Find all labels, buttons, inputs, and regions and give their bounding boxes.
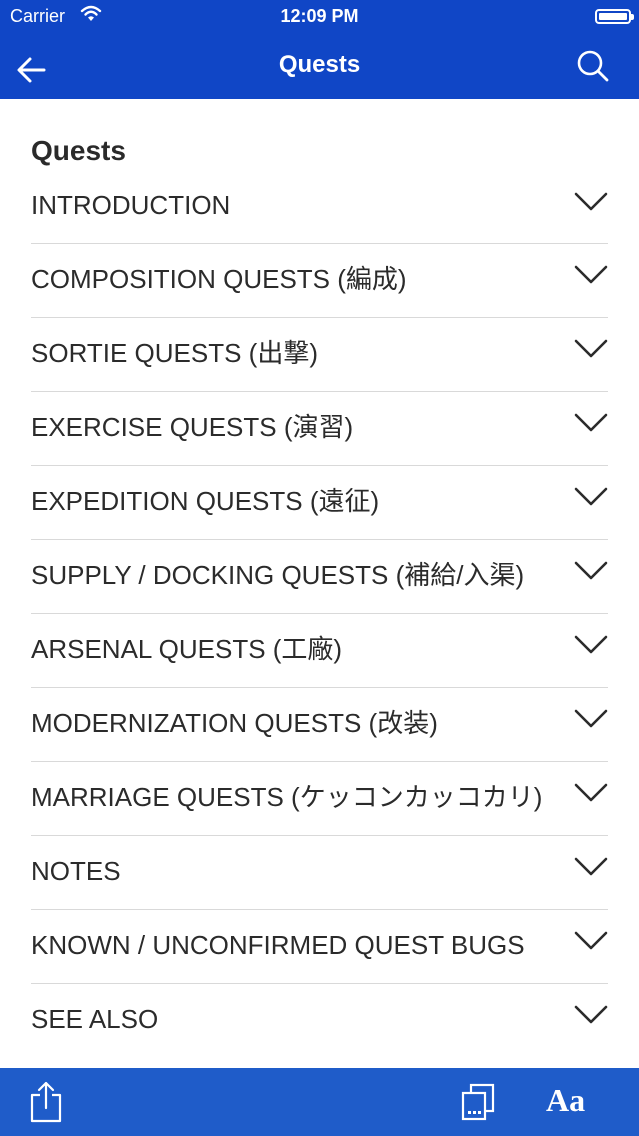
search-icon <box>577 50 609 82</box>
chevron-down-icon <box>574 1005 608 1024</box>
section-label: MODERNIZATION QUESTS (改装) <box>31 708 438 738</box>
chevron-down-icon <box>574 635 608 654</box>
section-item-expedition-quests[interactable]: EXPEDITION QUESTS (遠征) <box>31 466 608 540</box>
page-title: Quests <box>31 135 126 166</box>
share-button[interactable] <box>28 1080 64 1124</box>
section-item-see-also[interactable]: SEE ALSO <box>31 984 608 1057</box>
nav-title: Quests <box>278 51 361 78</box>
chevron-down-icon <box>574 709 608 728</box>
section-item-sortie-quests[interactable]: SORTIE QUESTS (出撃) <box>31 318 608 392</box>
section-label: EXPEDITION QUESTS (遠征) <box>31 486 380 516</box>
section-label: EXERCISE QUESTS (演習) <box>31 412 354 442</box>
top-bar: Carrier 12:09 PM Quests <box>0 0 639 99</box>
section-item-known-quest-bugs[interactable]: KNOWN / UNCONFIRMED QUEST BUGS <box>31 910 608 984</box>
section-label: INTRODUCTION <box>31 190 231 220</box>
article-content[interactable]: Quests INTRODUCTION COMPOSITION QUESTS (… <box>0 99 639 1068</box>
nav-bar: Quests <box>0 36 639 99</box>
battery-icon <box>595 9 634 24</box>
section-label: COMPOSITION QUESTS (編成) <box>31 264 407 294</box>
section-item-notes[interactable]: NOTES <box>31 836 608 910</box>
section-item-exercise-quests[interactable]: EXERCISE QUESTS (演習) <box>31 392 608 466</box>
chevron-down-icon <box>574 192 608 211</box>
chevron-down-icon <box>574 561 608 580</box>
section-label: NOTES <box>31 856 121 886</box>
search-button[interactable] <box>573 46 613 86</box>
section-label: MARRIAGE QUESTS (ケッコンカッコカリ) <box>31 782 543 812</box>
chevron-down-icon <box>574 265 608 284</box>
chevron-down-icon <box>574 783 608 802</box>
section-item-supply-docking-quests[interactable]: SUPPLY / DOCKING QUESTS (補給/入渠) <box>31 540 608 614</box>
share-icon <box>30 1081 62 1123</box>
section-label: SUPPLY / DOCKING QUESTS (補給/入渠) <box>31 560 525 590</box>
section-item-modernization-quests[interactable]: MODERNIZATION QUESTS (改装) <box>31 688 608 762</box>
section-label: SORTIE QUESTS (出撃) <box>31 338 318 368</box>
section-label: ARSENAL QUESTS (工廠) <box>31 634 343 664</box>
chevron-down-icon <box>574 931 608 950</box>
section-list: INTRODUCTION COMPOSITION QUESTS (編成) SOR… <box>31 171 608 1057</box>
section-item-composition-quests[interactable]: COMPOSITION QUESTS (編成) <box>31 244 608 318</box>
font-size-button[interactable]: Aa <box>546 1082 585 1119</box>
status-bar: Carrier 12:09 PM <box>0 0 639 36</box>
pages-icon <box>461 1083 495 1121</box>
section-item-introduction[interactable]: INTRODUCTION <box>31 171 608 244</box>
chevron-down-icon <box>574 857 608 876</box>
chevron-down-icon <box>574 413 608 432</box>
section-label: SEE ALSO <box>31 1004 159 1034</box>
bottom-toolbar: Aa <box>0 1068 639 1136</box>
pages-button[interactable] <box>458 1082 498 1122</box>
section-item-marriage-quests[interactable]: MARRIAGE QUESTS (ケッコンカッコカリ) <box>31 762 608 836</box>
status-time: 12:09 PM <box>280 6 359 26</box>
section-item-arsenal-quests[interactable]: ARSENAL QUESTS (工廠) <box>31 614 608 688</box>
chevron-down-icon <box>574 487 608 506</box>
section-label: KNOWN / UNCONFIRMED QUEST BUGS <box>31 930 525 960</box>
chevron-down-icon <box>574 339 608 358</box>
